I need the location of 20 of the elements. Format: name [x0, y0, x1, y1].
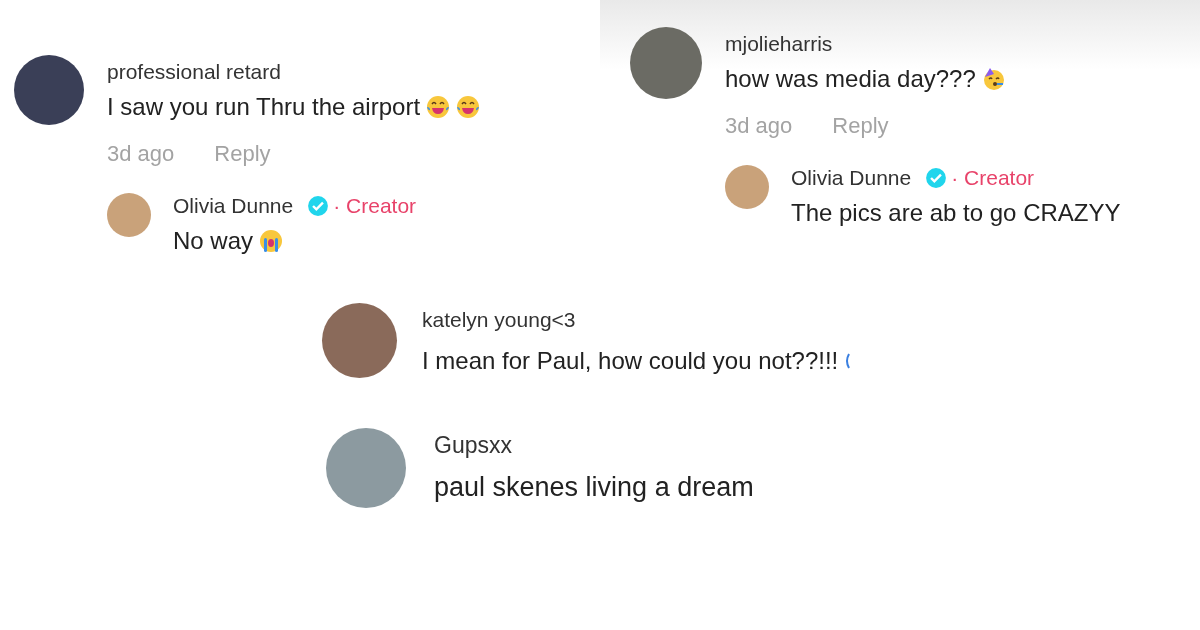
comment-time: 3d ago: [725, 113, 793, 139]
comment-text: how was media day???: [725, 65, 976, 93]
reply-text: No way: [173, 227, 254, 255]
laughing-emoji-icon: [456, 95, 481, 119]
creator-label: · Creator: [333, 193, 417, 219]
username[interactable]: mjolieharris: [725, 27, 1121, 57]
comment-text: I saw you run Thru the airport: [107, 93, 421, 121]
username[interactable]: Olivia Dunne: [173, 193, 294, 219]
comment-time: 3d ago: [107, 141, 175, 167]
crying-emoji-icon: [259, 229, 284, 253]
username[interactable]: Olivia Dunne: [791, 165, 912, 191]
reply-text: The pics are ab to go CRAZYY: [791, 199, 1121, 227]
party-face-emoji-icon: [981, 67, 1006, 91]
laughing-emoji-icon: [426, 95, 451, 119]
creator-label: · Creator: [951, 165, 1035, 191]
username[interactable]: katelyn young<3: [422, 303, 851, 333]
comment-text: paul skenes living a dream: [434, 472, 754, 503]
username[interactable]: professional retard: [107, 55, 481, 85]
comment-text: I mean for Paul, how could you not??!!!: [422, 347, 839, 375]
username[interactable]: Gupsxx: [434, 428, 754, 458]
